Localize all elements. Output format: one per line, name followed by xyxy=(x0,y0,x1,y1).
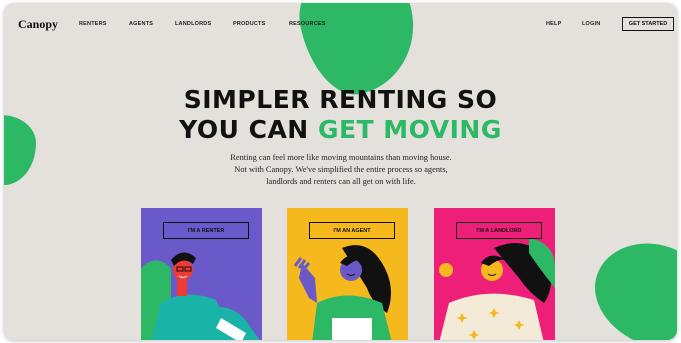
headline-line-2: YOU CAN GET MOVING xyxy=(4,115,677,145)
headline-line-1: SIMPLER RENTING SO xyxy=(183,85,498,114)
renter-button[interactable]: I'M A RENTER xyxy=(163,222,249,239)
subtext-line-3: landlords and renters can all get on wit… xyxy=(266,177,416,186)
decorative-blob-right xyxy=(580,227,677,340)
nav-help[interactable]: HELP xyxy=(546,21,561,27)
subtext-line-1: Renting can feel more like moving mounta… xyxy=(230,153,452,162)
renter-card[interactable]: I'M A RENTER xyxy=(141,208,262,340)
headline-line-2-prefix: YOU CAN xyxy=(179,115,318,144)
get-started-button[interactable]: GET STARTED xyxy=(622,17,674,31)
hero-headline: SIMPLER RENTING SO YOU CAN GET MOVING xyxy=(4,85,677,145)
nav-renters[interactable]: RENTERS xyxy=(79,21,107,27)
canopy-logo[interactable]: Canopy xyxy=(18,17,58,32)
nav-landlords[interactable]: LANDLORDS xyxy=(175,21,211,27)
agent-button[interactable]: I'M AN AGENT xyxy=(309,222,395,239)
landlord-card[interactable]: I'M A LANDLORD xyxy=(434,208,555,340)
nav-products[interactable]: PRODUCTS xyxy=(233,21,265,27)
subtext-line-2: Not with Canopy. We've simplified the en… xyxy=(234,165,448,174)
agent-card[interactable]: I'M AN AGENT xyxy=(287,208,408,340)
browser-viewport: Canopy RENTERS AGENTS LANDLORDS PRODUCTS… xyxy=(4,3,677,340)
nav-agents[interactable]: AGENTS xyxy=(129,21,153,27)
hero-subtext: Renting can feel more like moving mounta… xyxy=(180,152,502,188)
top-navigation: Canopy RENTERS AGENTS LANDLORDS PRODUCTS… xyxy=(4,3,677,45)
nav-login[interactable]: LOGIN xyxy=(582,21,600,27)
landlord-button[interactable]: I'M A LANDLORD xyxy=(456,222,542,239)
headline-highlight: GET MOVING xyxy=(317,115,502,144)
nav-resources[interactable]: RESOURCES xyxy=(289,21,326,27)
